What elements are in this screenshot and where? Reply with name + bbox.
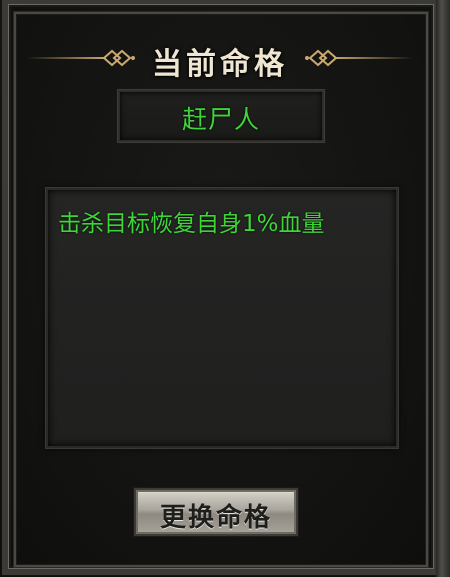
fate-name-box: 赶尸人 [118, 90, 324, 142]
fate-name: 赶尸人 [181, 105, 260, 134]
fate-description: 击杀目标恢复自身1%血量 [58, 211, 325, 237]
change-fate-button[interactable]: 更换命格 [134, 488, 298, 536]
fate-description-box: 击杀目标恢复自身1%血量 [46, 188, 398, 448]
change-fate-button-label: 更换命格 [159, 503, 272, 533]
title-divider-right [334, 57, 414, 59]
panel-title: 当前命格 [152, 47, 288, 82]
fate-panel: 当前命格 赶尸人 击杀目标恢复自身1%血量 更换命格 [0, 0, 450, 577]
panel-edge-bar [436, 0, 450, 577]
title-bar: 当前命格 [20, 36, 420, 82]
